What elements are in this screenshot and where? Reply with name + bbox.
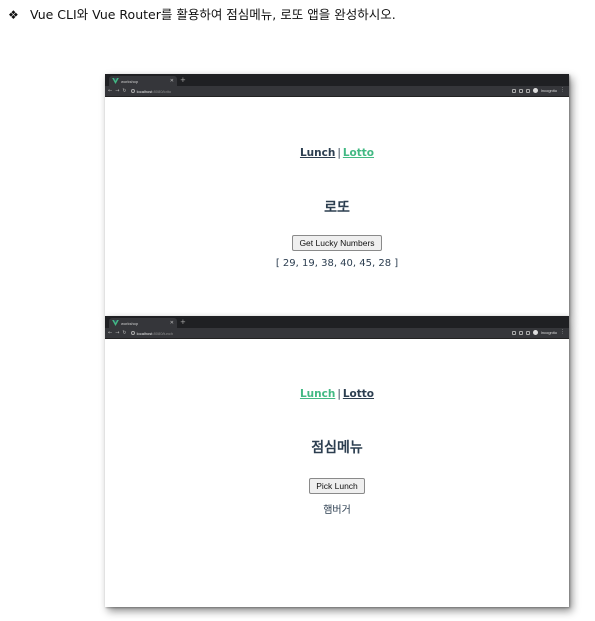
instruction-text: Vue CLI와 Vue Router를 활용하여 점심메뉴, 로또 앱을 완성…: [30, 7, 396, 22]
url-path: :8080/lunch: [152, 330, 174, 336]
nav-separator: |: [337, 147, 341, 159]
browser-tab[interactable]: workshop ✕: [109, 76, 177, 86]
lotto-link[interactable]: Lotto: [343, 147, 374, 159]
extension-icon[interactable]: [511, 88, 516, 93]
browser-tab-bar: workshop ✕ +: [105, 74, 569, 86]
profile-label: Incognito: [540, 88, 557, 93]
lunch-link[interactable]: Lunch: [300, 147, 335, 159]
page-title: 점심메뉴: [311, 440, 363, 456]
site-info-icon[interactable]: [130, 89, 135, 93]
new-tab-icon[interactable]: +: [180, 75, 186, 85]
url-host: localhost: [136, 88, 153, 94]
tab-title: workshop: [121, 78, 139, 84]
tab-title: workshop: [121, 320, 139, 326]
get-lucky-numbers-button[interactable]: Get Lucky Numbers: [292, 235, 382, 251]
menu-dots-icon[interactable]: ⋮: [560, 88, 565, 93]
vue-logo-icon: [112, 78, 119, 84]
tab-close-icon[interactable]: ✕: [170, 78, 174, 84]
back-icon[interactable]: ←: [108, 330, 112, 336]
new-tab-icon[interactable]: +: [180, 317, 186, 327]
page-title: 로또: [324, 200, 350, 216]
profile-label: Incognito: [540, 330, 557, 335]
forward-icon[interactable]: →: [115, 88, 119, 94]
zoom-icon[interactable]: [518, 330, 523, 335]
pick-lunch-button[interactable]: Pick Lunch: [309, 478, 365, 494]
star-icon[interactable]: [525, 330, 530, 335]
toolbar-right: Incognito ⋮: [511, 88, 565, 93]
incognito-avatar-icon[interactable]: [532, 330, 538, 335]
lunch-link[interactable]: Lunch: [300, 388, 335, 400]
lotto-link[interactable]: Lotto: [343, 388, 374, 400]
router-nav: Lunch | Lotto: [105, 147, 569, 159]
url-field[interactable]: localhost:8080/lotto: [130, 88, 509, 95]
forward-icon[interactable]: →: [115, 330, 119, 336]
tab-close-icon[interactable]: ✕: [170, 320, 174, 326]
browser-tab[interactable]: workshop ✕: [109, 318, 177, 328]
url-path: :8080/lotto: [152, 88, 172, 94]
url-field[interactable]: localhost:8080/lunch: [130, 330, 509, 337]
toolbar-right: Incognito ⋮: [511, 330, 565, 335]
instruction-line: ❖ Vue CLI와 Vue Router를 활용하여 점심메뉴, 로또 앱을 완…: [8, 4, 588, 23]
address-bar: ← → ↻ localhost:8080/lunch Incognito ⋮: [105, 328, 569, 339]
reload-icon[interactable]: ↻: [122, 88, 126, 94]
diamond-bullet-icon: ❖: [8, 8, 19, 22]
browser-tab-bar: workshop ✕ +: [105, 316, 569, 328]
back-icon[interactable]: ←: [108, 88, 112, 94]
vue-logo-icon: [112, 320, 119, 326]
lotto-browser-window: workshop ✕ + ← → ↻ localhost:8080/lotto …: [105, 74, 569, 316]
router-nav: Lunch | Lotto: [105, 388, 569, 400]
site-info-icon[interactable]: [130, 331, 135, 335]
nav-separator: |: [337, 388, 341, 400]
address-bar: ← → ↻ localhost:8080/lotto Incognito ⋮: [105, 86, 569, 97]
lotto-result: [ 29, 19, 38, 40, 45, 28 ]: [275, 258, 399, 269]
url-host: localhost: [136, 330, 153, 336]
menu-dots-icon[interactable]: ⋮: [560, 330, 565, 335]
reload-icon[interactable]: ↻: [122, 330, 126, 336]
zoom-icon[interactable]: [518, 88, 523, 93]
lunch-browser-window: workshop ✕ + ← → ↻ localhost:8080/lunch …: [105, 316, 569, 607]
extension-icon[interactable]: [511, 330, 516, 335]
lunch-result: 햄버거: [323, 505, 351, 516]
star-icon[interactable]: [525, 88, 530, 93]
incognito-avatar-icon[interactable]: [532, 88, 538, 93]
